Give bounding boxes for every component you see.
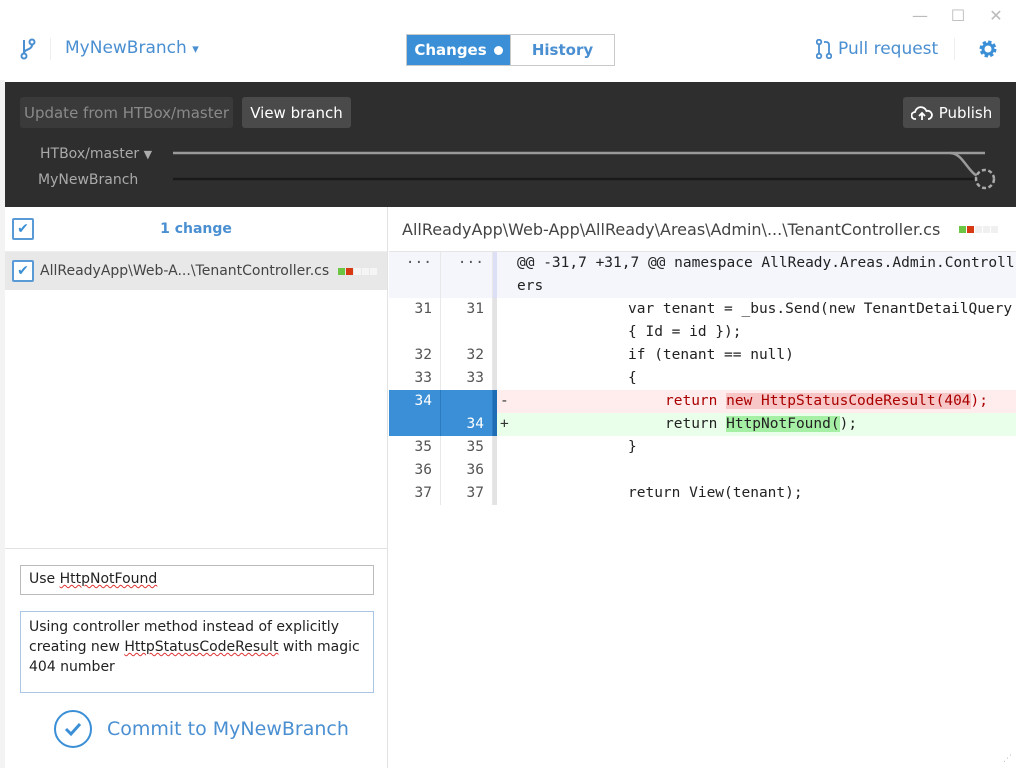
code-text: return: [665, 393, 727, 409]
file-checkbox[interactable]: ✔: [12, 260, 34, 282]
old-line-number: 31: [389, 298, 441, 344]
old-line-number: 34: [389, 390, 441, 413]
chevron-down-icon: ▾: [192, 42, 199, 57]
changed-text: HttpNotFound(: [726, 416, 840, 432]
branch-name: MyNewBranch: [65, 38, 187, 58]
code-text: return: [665, 416, 727, 432]
diffstat-bar: [959, 225, 998, 233]
code-text: if (tenant == null): [628, 347, 794, 363]
new-line-number: 32: [441, 344, 493, 367]
select-all-checkbox[interactable]: ✔: [12, 218, 34, 240]
commit-description-input[interactable]: Using controller method instead of expli…: [20, 611, 374, 693]
pull-request-icon: [816, 39, 832, 59]
new-line-number: 34: [441, 413, 493, 436]
code-line: if (tenant == null): [497, 344, 1016, 367]
gear-icon[interactable]: [978, 39, 998, 59]
code-text: }: [628, 439, 637, 455]
code-line: {: [497, 367, 1016, 390]
code-text: var tenant = _bus.Send(new TenantDetailQ…: [628, 301, 1013, 340]
git-branch-icon[interactable]: [20, 38, 36, 60]
new-line-number: 31: [441, 298, 493, 344]
new-line-number: 37: [441, 482, 493, 505]
diff-line-ctx[interactable]: 32 32 if (tenant == null): [389, 344, 1016, 367]
diff-line-ctx[interactable]: 37 37 return View(tenant);: [389, 482, 1016, 505]
changed-text: new HttpStatusCodeResult(404: [726, 393, 971, 409]
view-tabs: Changes History: [406, 34, 615, 66]
base-branch-selector[interactable]: HTBox/master ▼: [40, 146, 152, 162]
commit-node-icon: [974, 168, 996, 190]
current-branch-label: MyNewBranch: [38, 172, 139, 188]
minimize-button[interactable]: —: [910, 6, 930, 25]
old-line-number: 36: [389, 459, 441, 482]
diff-view: ··· ··· @@ -31,7 +31,7 @@ namespace AllRea…: [389, 252, 1016, 505]
code-line: @@ -31,7 +31,7 @@ namespace AllReady.Are…: [497, 252, 1016, 298]
old-line-number: 35: [389, 436, 441, 459]
old-line-number: ···: [389, 252, 441, 298]
code-text: );: [970, 393, 989, 409]
old-line-number: 33: [389, 367, 441, 390]
divider: [954, 38, 955, 60]
close-button[interactable]: ✕: [986, 6, 1006, 25]
diff-line-ctx[interactable]: 31 31 var tenant = _bus.Send(new TenantDet…: [389, 298, 1016, 344]
view-branch-button[interactable]: View branch: [242, 97, 351, 128]
old-line-number: 32: [389, 344, 441, 367]
code-line: return HttpNotFound();: [497, 413, 1016, 436]
tab-changes[interactable]: Changes: [407, 35, 510, 65]
branch-selector[interactable]: MyNewBranch ▾: [65, 38, 199, 58]
old-line-number: 37: [389, 482, 441, 505]
file-path: AllReadyApp\Web-A...\TenantController.cs: [40, 263, 330, 279]
update-from-button[interactable]: Update from HTBox/master: [20, 97, 233, 128]
diff-sign: +: [500, 416, 509, 432]
diff-line-ctx[interactable]: 33 33 {: [389, 367, 1016, 390]
code-text: );: [839, 416, 858, 432]
code-line: var tenant = _bus.Send(new TenantDetailQ…: [497, 298, 1016, 344]
code-text: {: [628, 370, 637, 386]
new-line-number: [441, 390, 493, 413]
diff-line-add[interactable]: 34 + return HttpNotFound();: [389, 413, 1016, 436]
checkmark-circle-icon: [54, 710, 92, 748]
code-line: return View(tenant);: [497, 482, 1016, 505]
change-count: 1 change: [160, 221, 232, 237]
divider: [50, 38, 51, 60]
code-line: return new HttpStatusCodeResult(404);: [497, 390, 1016, 413]
diffstat-bar: [338, 267, 377, 275]
diff-line-ctx[interactable]: 36 36: [389, 459, 1016, 482]
code-line: }: [497, 436, 1016, 459]
new-line-number: ···: [441, 252, 493, 298]
commit-button[interactable]: Commit to MyNewBranch: [53, 709, 349, 749]
old-line-number: [389, 413, 441, 436]
diff-sign: -: [500, 393, 509, 409]
maximize-button[interactable]: ☐: [948, 6, 968, 25]
chevron-down-icon: ▼: [143, 148, 153, 161]
resize-grip-icon[interactable]: ⋰: [1003, 754, 1012, 764]
file-list-item[interactable]: ✔ AllReadyApp\Web-A...\TenantController.…: [5, 252, 387, 290]
pull-request-button[interactable]: Pull request: [816, 39, 938, 59]
diff-line-ctx[interactable]: 35 35}: [389, 436, 1016, 459]
new-line-number: 35: [441, 436, 493, 459]
code-text: @@ -31,7 +31,7 @@ namespace AllReady.Are…: [517, 255, 1015, 294]
cloud-upload-icon: [910, 105, 933, 120]
changes-indicator-icon: [493, 45, 503, 55]
code-text: return View(tenant);: [628, 485, 803, 501]
divider: [5, 548, 388, 549]
diff-line-hunk[interactable]: ··· ··· @@ -31,7 +31,7 @@ namespace AllRea…: [389, 252, 1016, 298]
new-line-number: 33: [441, 367, 493, 390]
commit-summary-input[interactable]: Use HttpNotFound: [20, 565, 374, 595]
diff-pane: AllReadyApp\Web-App\AllReady\Areas\Admin…: [389, 207, 1016, 768]
diff-file-path: AllReadyApp\Web-App\AllReady\Areas\Admin…: [402, 219, 941, 239]
tab-history[interactable]: History: [510, 35, 614, 65]
new-line-number: 36: [441, 459, 493, 482]
branch-graph: [173, 151, 996, 190]
publish-button[interactable]: Publish: [903, 97, 1000, 128]
diff-line-del[interactable]: 34- return new HttpStatusCodeResult(404);: [389, 390, 1016, 413]
